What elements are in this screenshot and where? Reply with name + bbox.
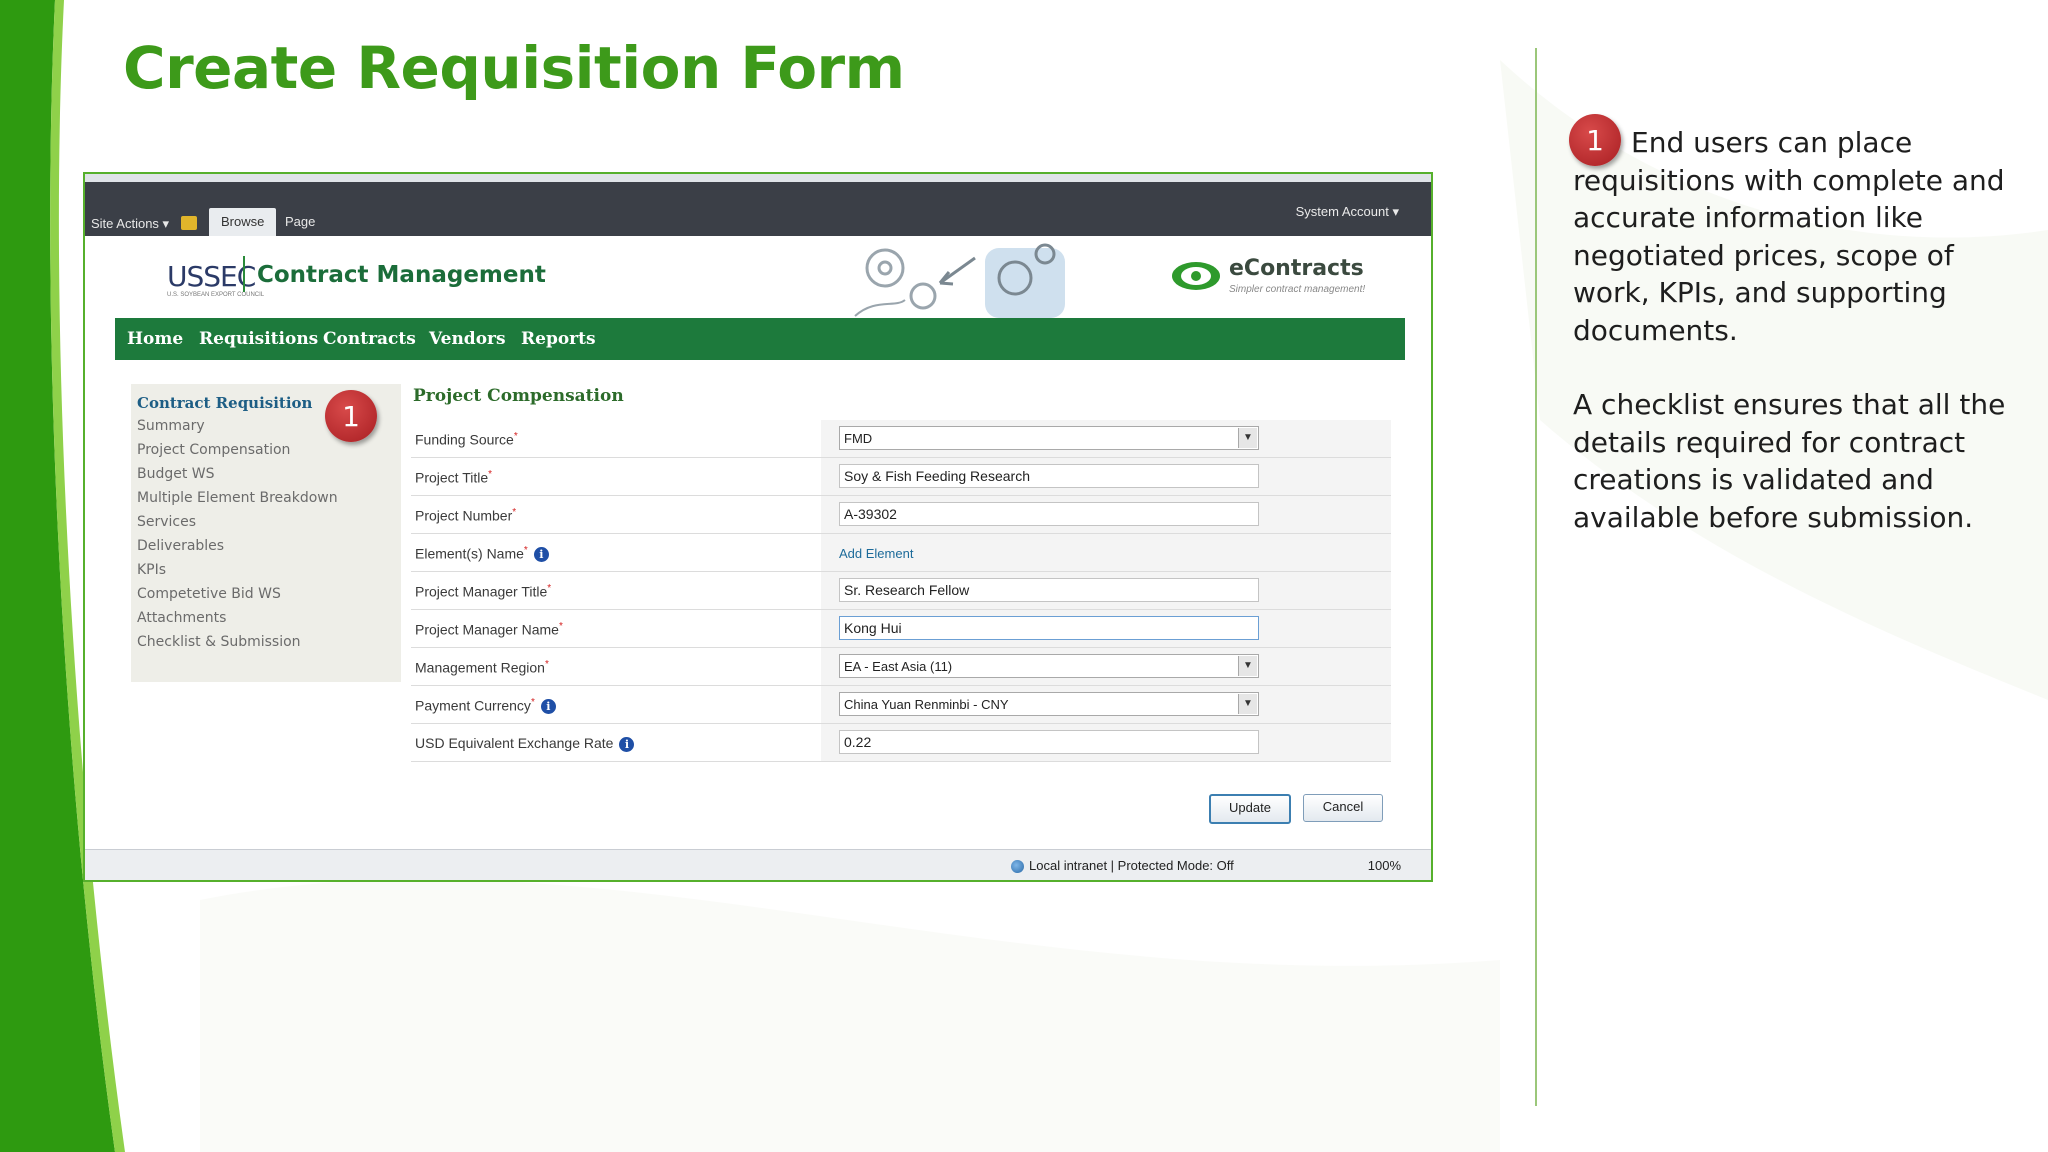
slide-title: Create Requisition Form — [123, 34, 905, 102]
management-region-select[interactable]: EA - East Asia (11) ▼ — [839, 654, 1259, 678]
chevron-down-icon[interactable]: ▼ — [1238, 428, 1257, 448]
sidebar-item-project-compensation[interactable]: Project Compensation — [137, 442, 290, 458]
sidebar-item-services[interactable]: Services — [137, 514, 196, 530]
sidebar-item-summary[interactable]: Summary — [137, 418, 205, 434]
nav-item-reports[interactable]: Reports — [521, 329, 596, 349]
project-number-input[interactable]: A-39302 — [839, 502, 1259, 526]
gears-illustration-icon — [854, 243, 1065, 318]
sidebar-item-multiple-element-breakdown[interactable]: Multiple Element Breakdown — [137, 490, 338, 506]
update-button[interactable]: Update — [1209, 794, 1291, 824]
sidebar-item-competetive-bid-ws[interactable]: Competetive Bid WS — [137, 586, 281, 602]
form-row-exchange-rate: USD Equivalent Exchange Rate i 0.22 — [411, 724, 1391, 762]
field-label: Project Manager Name* — [415, 621, 563, 638]
form-row-currency: Payment Currency* i China Yuan Renminbi -… — [411, 686, 1391, 724]
zoom-level[interactable]: 100% — [1368, 858, 1401, 873]
sidebar-item-kpis[interactable]: KPIs — [137, 562, 166, 578]
econtracts-name: eContracts — [1229, 256, 1364, 281]
description-text-1: End users can place requisitions with co… — [1573, 126, 2005, 347]
sidebar-item-deliverables[interactable]: Deliverables — [137, 538, 224, 554]
browser-status-bar: Local intranet | Protected Mode: Off 100… — [85, 849, 1431, 880]
pm-title-input[interactable]: Sr. Research Fellow — [839, 578, 1259, 602]
description-paragraph-2: A checklist ensures that all the details… — [1573, 388, 2006, 534]
navigate-up-icon[interactable] — [181, 216, 197, 230]
sharepoint-ribbon: Site Actions ▾ Browse Page System Accoun… — [85, 182, 1431, 236]
field-label: Project Number* — [415, 507, 517, 524]
exchange-rate-input[interactable]: 0.22 — [839, 730, 1259, 754]
cancel-button[interactable]: Cancel — [1303, 794, 1383, 822]
form-row-pm-name: Project Manager Name* Kong Hui — [411, 610, 1391, 648]
project-title-input[interactable]: Soy & Fish Feeding Research — [839, 464, 1259, 488]
sidebar-item-checklist-submission[interactable]: Checklist & Submission — [137, 634, 301, 650]
nav-item-requisitions[interactable]: Requisitions — [199, 329, 318, 349]
sidebar-item-budget-ws[interactable]: Budget WS — [137, 466, 215, 482]
field-label: Project Manager Title* — [415, 583, 552, 600]
econtracts-logo-icon — [1172, 262, 1220, 290]
pm-name-input[interactable]: Kong Hui — [839, 616, 1259, 640]
app-title: Contract Management — [257, 262, 546, 288]
description-paragraph-1: End users can place requisitions with co… — [1573, 124, 2033, 349]
nav-item-vendors[interactable]: Vendors — [429, 329, 506, 349]
field-label: Funding Source* — [415, 431, 518, 448]
form-row-region: Management Region* EA - East Asia (11) ▼ — [411, 648, 1391, 686]
brand-header: USSEC U.S. SOYBEAN EXPORT COUNCIL Contra… — [115, 238, 1405, 318]
system-account-menu[interactable]: System Account ▾ — [1296, 204, 1399, 220]
brand-separator — [243, 256, 245, 292]
field-label: Payment Currency* i — [415, 697, 556, 715]
content-area: Contract Requisition Summary Project Com… — [115, 360, 1405, 850]
sidebar-item-attachments[interactable]: Attachments — [137, 610, 226, 626]
vertical-divider — [1535, 48, 1537, 1106]
form-title: Project Compensation — [413, 386, 624, 406]
info-icon[interactable]: i — [540, 699, 556, 715]
form-row-project-number: Project Number* A-39302 — [411, 496, 1391, 534]
app-screenshot: Site Actions ▾ Browse Page System Accoun… — [83, 172, 1433, 882]
nav-item-contracts[interactable]: Contracts — [323, 329, 416, 349]
globe-icon — [1011, 860, 1024, 874]
field-label: USD Equivalent Exchange Rate i — [415, 735, 635, 752]
compensation-form: Funding Source* FMD ▼ Project Title* Soy … — [411, 420, 1391, 762]
econtracts-tagline: Simpler contract management! — [1229, 284, 1366, 295]
payment-currency-select[interactable]: China Yuan Renminbi - CNY ▼ — [839, 692, 1259, 716]
form-row-element-name: Element(s) Name* i Add Element — [411, 534, 1391, 572]
form-row-project-title: Project Title* Soy & Fish Feeding Resear… — [411, 458, 1391, 496]
chevron-down-icon[interactable]: ▼ — [1238, 656, 1257, 676]
main-nav: Home Requisitions Contracts Vendors Repo… — [115, 318, 1405, 360]
funding-source-select[interactable]: FMD ▼ — [839, 426, 1259, 450]
info-icon[interactable]: i — [533, 547, 549, 563]
field-label: Element(s) Name* i — [415, 545, 549, 563]
field-label: Management Region* — [415, 659, 549, 676]
sidebar-title[interactable]: Contract Requisition — [137, 394, 312, 412]
ussec-logo-subtitle: U.S. SOYBEAN EXPORT COUNCIL — [167, 292, 265, 298]
add-element-link[interactable]: Add Element — [839, 546, 913, 561]
field-label: Project Title* — [415, 469, 493, 486]
description-panel: End users can place requisitions with co… — [1573, 124, 2033, 536]
info-icon[interactable]: i — [619, 736, 635, 752]
tab-browse[interactable]: Browse — [209, 208, 277, 236]
econtracts-brand: eContracts Simpler contract management! — [1171, 256, 1371, 300]
form-row-pm-title: Project Manager Title* Sr. Research Fell… — [411, 572, 1391, 610]
security-zone: Local intranet | Protected Mode: Off — [1011, 858, 1234, 874]
callout-badge-screenshot: 1 — [325, 390, 377, 442]
chevron-down-icon[interactable]: ▼ — [1238, 694, 1257, 714]
tab-page[interactable]: Page — [273, 208, 327, 236]
nav-item-home[interactable]: Home — [127, 329, 183, 349]
form-row-funding-source: Funding Source* FMD ▼ — [411, 420, 1391, 458]
site-actions-menu[interactable]: Site Actions ▾ — [91, 216, 169, 232]
